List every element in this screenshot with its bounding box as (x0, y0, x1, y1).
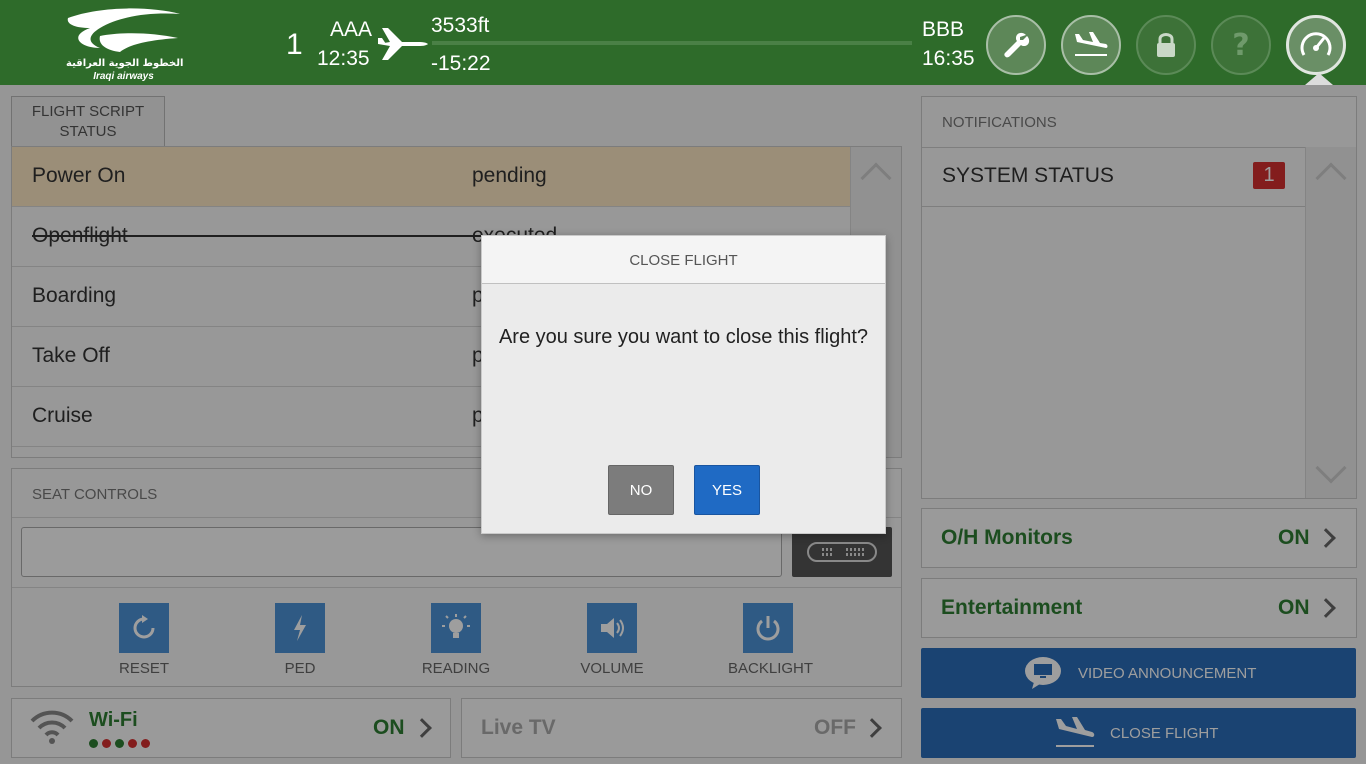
dialog-message: Are you sure you want to close this flig… (498, 326, 869, 348)
dialog-title: CLOSE FLIGHT (482, 236, 885, 284)
no-button[interactable]: NO (608, 465, 674, 515)
header-backdrop (0, 0, 1366, 85)
close-flight-dialog: CLOSE FLIGHT Are you sure you want to cl… (481, 235, 886, 534)
yes-button[interactable]: YES (694, 465, 760, 515)
